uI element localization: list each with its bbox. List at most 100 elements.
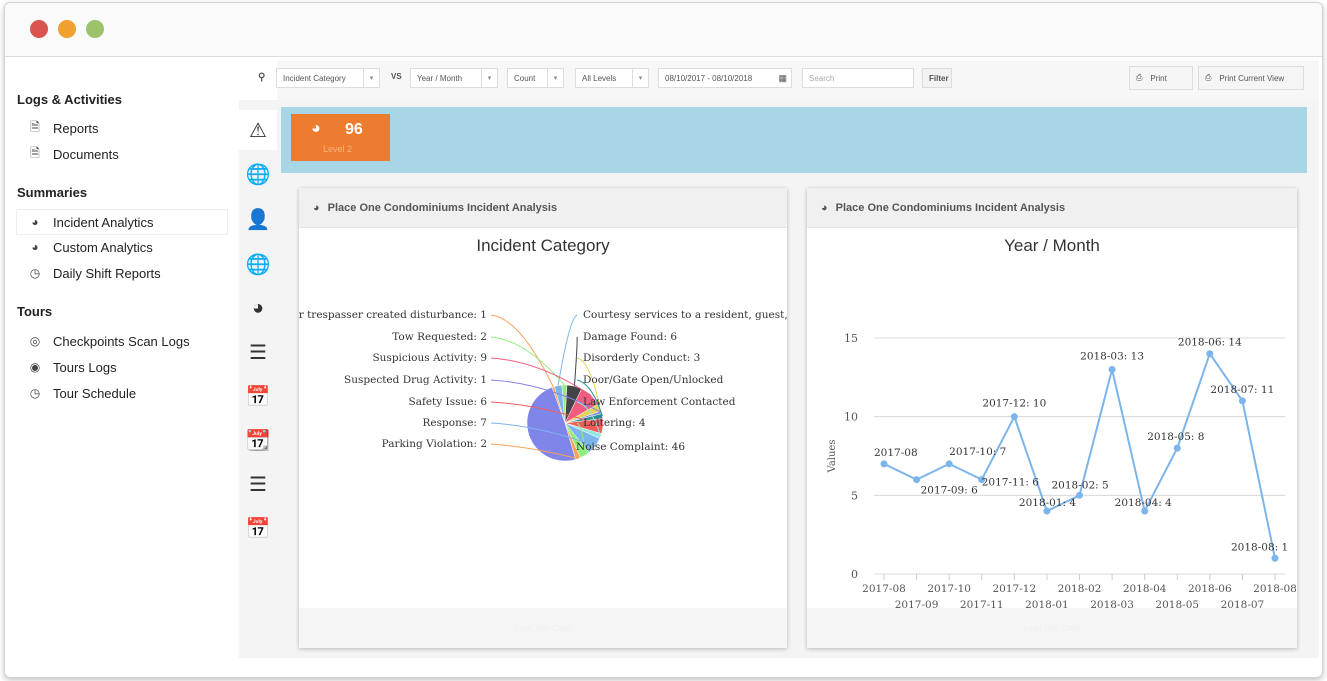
chevron-down-icon: ▾ [632, 69, 648, 87]
pie-data-label: Loitering: 4 [583, 417, 646, 429]
measure-select[interactable]: Count ▾ [507, 68, 564, 88]
panel-title: Place One Condominiums Incident Analysis [327, 201, 558, 214]
pie-connector [557, 314, 578, 386]
pie-data-label: Law Enforcement Contacted [583, 396, 736, 408]
sidebar-item-label: Checkpoints Scan Logs [53, 333, 190, 349]
warning-icon[interactable]: ⚠ [239, 110, 277, 150]
search-input[interactable]: Search [802, 68, 914, 88]
print-current-label: Print Current View [1219, 73, 1285, 83]
sidebar-item-custom-analytics[interactable]: ◕ Custom Analytics [17, 235, 227, 259]
x-tick-label: 2018-02 [1058, 583, 1102, 595]
sidebar-item-daily-shift-reports[interactable]: ◷ Daily Shift Reports [17, 261, 227, 285]
x-tick-label: 2018-05 [1155, 599, 1199, 608]
sidebar-item-label: Daily Shift Reports [53, 265, 161, 281]
print-button[interactable]: ⎙ Print [1129, 66, 1193, 90]
sidebar-item-reports[interactable]: 🗎 Reports [17, 116, 227, 140]
badge-level: Level 2 [323, 144, 353, 154]
sidebar-item-checkpoints-scan-logs[interactable]: ◎ Checkpoints Scan Logs [17, 329, 227, 353]
x-tick-label: 2017-09 [895, 599, 939, 608]
pie-connector [490, 336, 565, 386]
sidebar-item-tour-schedule[interactable]: ◷ Tour Schedule [17, 381, 227, 405]
pie-chart-icon: ◕ [313, 201, 320, 214]
list-icon[interactable]: ☰ [244, 338, 272, 366]
icon-rail: ⚠ 🌐 👤 🌐 ◕ ☰ 📅 📆 ☰ 📅 [239, 100, 277, 658]
pie-chart-icon: ◕ [31, 240, 39, 254]
point-data-label: 2018-06: 14 [1178, 337, 1242, 349]
filter-button[interactable]: Filter [922, 68, 952, 88]
sidebar-item-documents[interactable]: 🗎 Documents [17, 142, 227, 166]
user-icon[interactable]: 👤 [244, 205, 272, 233]
close-window-button[interactable] [30, 20, 48, 38]
x-tick-label: 2018-01 [1025, 599, 1069, 608]
sidebar-item-incident-analytics[interactable]: ◕ Incident Analytics [17, 210, 227, 234]
calendar-icon[interactable]: 📅 [244, 382, 272, 410]
sidebar-item-label: Tours Logs [53, 359, 117, 375]
globe-icon: ◉ [29, 360, 41, 374]
period-select[interactable]: Year / Month ▾ [410, 68, 498, 88]
section-title-summaries: Summaries [17, 185, 88, 200]
list-icon[interactable]: ☰ [244, 470, 272, 498]
panel-footer[interactable]: Load This Chart [807, 608, 1297, 648]
point-data-label: 2017-09: 6 [921, 485, 979, 497]
pie-data-label: Response: 7 [423, 417, 487, 429]
main-content: ⚲ Incident Category ▾ VS Year / Month ▾ Co… [258, 60, 1319, 658]
document-icon: 🗎 [30, 145, 40, 160]
pie-chart-icon: ◕ [31, 215, 39, 229]
point-data-label: 2018-05: 8 [1147, 431, 1204, 443]
period-select-value: Year / Month [417, 73, 463, 83]
document-icon: 🗎 [30, 119, 40, 134]
pie-chart-icon[interactable]: ◕ [244, 294, 272, 322]
pie-data-label: Safety Issue: 6 [409, 396, 488, 408]
chevron-down-icon: ▾ [363, 69, 379, 87]
pie-chart-icon: ◕ [311, 120, 321, 137]
series-point [1271, 554, 1279, 562]
chevron-down-icon: ▾ [481, 69, 497, 87]
point-data-label: 2018-01: 4 [1019, 497, 1077, 509]
sidebar-item-label: Custom Analytics [53, 239, 153, 255]
x-tick-label: 2017-11 [960, 599, 1004, 608]
point-data-label: 2018-03: 13 [1080, 350, 1144, 362]
level-badge[interactable]: ◕ 96 Level 2 [291, 114, 390, 161]
pie-data-label: Suspected Drug Activity: 1 [344, 374, 487, 386]
pie-chart-icon: ◕ [821, 201, 828, 214]
vs-label: VS [391, 72, 402, 81]
globe-icon[interactable]: 🌐 [244, 160, 272, 188]
calendar-grid-icon[interactable]: 📆 [244, 426, 272, 454]
x-tick-label: 2017-12 [993, 583, 1037, 595]
level-banner: ◕ 96 Level 2 [281, 107, 1307, 173]
filter-label: Filter [929, 73, 949, 83]
sidebar-item-tours-logs[interactable]: ◉ Tours Logs [17, 355, 227, 379]
print-label: Print [1150, 73, 1167, 83]
point-data-label: 2018-02: 5 [1052, 479, 1109, 491]
date-range-value: 08/10/2017 - 08/10/2018 [665, 73, 753, 83]
series-point [913, 476, 921, 484]
pie-data-label: Door/Gate Open/Unlocked [583, 374, 724, 386]
clock-icon: ◷ [29, 386, 41, 400]
maximize-window-button[interactable] [86, 20, 104, 38]
series-point [1173, 444, 1181, 452]
globe-icon[interactable]: 🌐 [244, 250, 272, 278]
category-select[interactable]: Incident Category ▾ [276, 68, 380, 88]
title-bar [5, 3, 1322, 57]
point-data-label: 2017-11: 6 [982, 477, 1040, 489]
sidebar-item-label: Reports [53, 120, 99, 136]
levels-select-value: All Levels [582, 73, 617, 83]
target-icon: ◎ [29, 334, 41, 348]
pie-connector [573, 336, 578, 387]
x-tick-label: 2018-06 [1188, 583, 1232, 595]
search-icon: ⚲ [258, 72, 266, 83]
levels-select[interactable]: All Levels ▾ [575, 68, 649, 88]
sidebar: Logs & Activities 🗎 Reports 🗎 Documents Su… [17, 72, 239, 658]
calendar-icon[interactable]: 📅 [244, 514, 272, 542]
filter-toolbar: ⚲ Incident Category ▾ VS Year / Month ▾ Co… [258, 60, 1319, 100]
minimize-window-button[interactable] [58, 20, 76, 38]
panel-footer[interactable]: Load This Chart [299, 608, 787, 648]
print-current-view-button[interactable]: ⎙ Print Current View [1198, 66, 1304, 90]
section-title-tours: Tours [17, 304, 53, 319]
series-point [1010, 413, 1018, 421]
date-range-input[interactable]: 08/10/2017 - 08/10/2018 ▦ [658, 68, 792, 88]
y-tick-label: 15 [844, 332, 858, 345]
point-data-label: 2017-10: 7 [949, 446, 1006, 458]
point-data-label: 2018-08: 1 [1231, 541, 1288, 553]
y-axis-label: Values [827, 440, 838, 474]
